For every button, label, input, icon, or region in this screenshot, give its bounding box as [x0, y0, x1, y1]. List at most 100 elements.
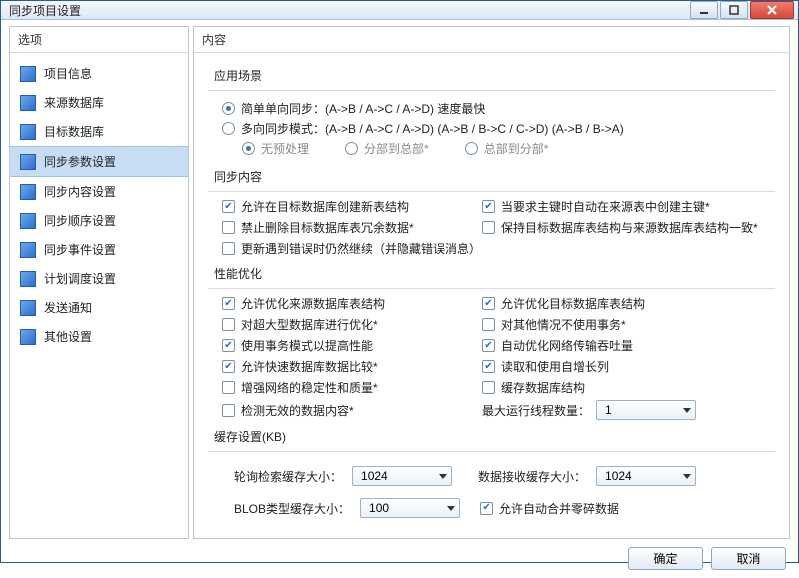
sidebar-item-7[interactable]: 计划调度设置	[10, 264, 188, 293]
buffer-merge-row[interactable]: 允许自动合并零碎数据	[480, 500, 619, 517]
checkbox-merge[interactable]	[480, 502, 493, 515]
checkbox[interactable]	[222, 318, 235, 331]
checkbox[interactable]	[222, 297, 235, 310]
maxthreads-select[interactable]: 1	[596, 400, 696, 420]
buffer-blob-select[interactable]: 100	[360, 498, 460, 518]
dialog-window: 同步项目设置 选项 项目信息来源数据库目标数据库同步参数设置同步内容设置同步顺序…	[0, 0, 799, 563]
sidebar-item-8[interactable]: 发送通知	[10, 293, 188, 322]
checkbox-row[interactable]: 禁止删除目标数据库表冗余数据*	[222, 219, 472, 236]
checkbox-label: 允许优化目标数据库表结构	[501, 295, 645, 312]
radio-simple-row[interactable]: 简单单向同步：(A->B / A->C / A->D) 速度最快	[222, 100, 775, 117]
checkbox[interactable]	[482, 339, 495, 352]
checkbox-merge-label: 允许自动合并零碎数据	[499, 500, 619, 517]
sidebar-item-label: 同步参数设置	[44, 153, 116, 170]
radio-multi[interactable]	[222, 122, 235, 135]
checkbox-label: 禁止删除目标数据库表冗余数据*	[241, 219, 414, 236]
checkbox-row[interactable]: 自动优化网络传输吞吐量	[482, 337, 775, 354]
checkbox[interactable]	[222, 200, 235, 213]
sidebar-item-label: 目标数据库	[44, 123, 104, 140]
sidebar-item-1[interactable]: 来源数据库	[10, 88, 188, 117]
dialog-footer: 确定 取消	[9, 539, 790, 570]
checkbox-row[interactable]: 增强网络的稳定性和质量*	[222, 379, 472, 396]
maxthreads-row: 最大运行线程数量：1	[482, 400, 775, 420]
checkbox-row[interactable]: 对其他情况不使用事务*	[482, 316, 775, 333]
sidebar-item-6[interactable]: 同步事件设置	[10, 235, 188, 264]
checkbox[interactable]	[222, 404, 235, 417]
checkbox-label: 对超大型数据库进行优化*	[241, 316, 378, 333]
radio-multi-row[interactable]: 多向同步模式：(A->B / A->C / A->D) (A->B / B->C…	[222, 120, 775, 137]
checkbox-row[interactable]: 缓存数据库结构	[482, 379, 775, 396]
checkbox-row[interactable]: 允许在目标数据库创建新表结构	[222, 198, 472, 215]
checkbox[interactable]	[482, 318, 495, 331]
group-title-buffer: 缓存设置(KB)	[214, 428, 775, 445]
buffer-poll-select[interactable]: 1024	[352, 466, 452, 486]
checkbox-row[interactable]: 允许优化目标数据库表结构	[482, 295, 775, 312]
checkbox-label: 检测无效的数据内容*	[241, 402, 354, 419]
radio-sub-hq2branch[interactable]	[465, 142, 478, 155]
radio-simple-label: 简单单向同步：(A->B / A->C / A->D) 速度最快	[241, 100, 485, 117]
sidebar-item-label: 同步内容设置	[44, 183, 116, 200]
sidebar-item-icon	[20, 271, 36, 287]
checkbox-row[interactable]: 对超大型数据库进行优化*	[222, 316, 472, 333]
checkbox[interactable]	[482, 221, 495, 234]
sidebar-item-2[interactable]: 目标数据库	[10, 117, 188, 146]
radio-sub-hq2branch-label: 总部到分部*	[484, 140, 549, 157]
checkbox[interactable]	[482, 200, 495, 213]
radio-sub-branch2hq[interactable]	[345, 142, 358, 155]
checkbox-row[interactable]: 允许优化来源数据库表结构	[222, 295, 472, 312]
buffer-blob: BLOB类型缓存大小： 100	[234, 498, 460, 518]
checkbox-row[interactable]: 允许快速数据库数据比较*	[222, 358, 472, 375]
checkbox[interactable]	[482, 297, 495, 310]
checkbox[interactable]	[222, 339, 235, 352]
sidebar-item-0[interactable]: 项目信息	[10, 59, 188, 88]
sidebar-item-5[interactable]: 同步顺序设置	[10, 206, 188, 235]
group-title-scene: 应用场景	[214, 67, 775, 84]
buffer-recv-select[interactable]: 1024	[596, 466, 696, 486]
checkbox-row[interactable]: 更新遇到错误时仍然继续（并隐藏错误消息）	[222, 240, 775, 257]
radio-sub-nopre[interactable]	[242, 142, 255, 155]
checkbox[interactable]	[482, 381, 495, 394]
group-sync: 允许在目标数据库创建新表结构 当要求主键时自动在来源表中创建主键* 禁止删除目标数据…	[208, 191, 775, 259]
sidebar-item-3[interactable]: 同步参数设置	[10, 146, 188, 177]
checkbox[interactable]	[482, 360, 495, 373]
sidebar-item-icon	[20, 329, 36, 345]
checkbox-label: 增强网络的稳定性和质量*	[241, 379, 378, 396]
minimize-button[interactable]	[690, 1, 718, 19]
sidebar-item-label: 来源数据库	[44, 94, 104, 111]
buffer-poll-label: 轮询检索缓存大小：	[234, 468, 342, 485]
close-button[interactable]	[750, 1, 794, 19]
checkbox-row[interactable]: 检测无效的数据内容*	[222, 400, 472, 420]
checkbox-row[interactable]: 保持目标数据库表结构与来源数据库表结构一致*	[482, 219, 775, 236]
content-body: 应用场景 简单单向同步：(A->B / A->C / A->D) 速度最快 多向…	[194, 53, 789, 538]
options-panel-title: 选项	[10, 27, 188, 53]
sidebar-item-icon	[20, 184, 36, 200]
checkbox[interactable]	[222, 381, 235, 394]
checkbox[interactable]	[222, 242, 235, 255]
sidebar-item-label: 其他设置	[44, 328, 92, 345]
buffer-recv-value: 1024	[605, 469, 632, 483]
maximize-button[interactable]	[720, 1, 748, 19]
ok-button[interactable]: 确定	[628, 547, 703, 570]
cancel-button[interactable]: 取消	[711, 547, 786, 570]
checkbox-label: 读取和使用自增长列	[501, 358, 609, 375]
sidebar-item-label: 计划调度设置	[44, 270, 116, 287]
checkbox-row[interactable]: 读取和使用自增长列	[482, 358, 775, 375]
checkbox-label: 保持目标数据库表结构与来源数据库表结构一致*	[501, 219, 758, 236]
buffer-blob-value: 100	[369, 501, 389, 515]
client-area: 选项 项目信息来源数据库目标数据库同步参数设置同步内容设置同步顺序设置同步事件设…	[1, 20, 798, 578]
radio-multi-label: 多向同步模式：(A->B / A->C / A->D) (A->B / B->C…	[241, 120, 624, 137]
checkbox-row[interactable]: 使用事务模式以提高性能	[222, 337, 472, 354]
sidebar-item-4[interactable]: 同步内容设置	[10, 177, 188, 206]
buffer-row-2: BLOB类型缓存大小： 100 允许自动合并零碎数据	[228, 494, 775, 522]
sidebar-item-9[interactable]: 其他设置	[10, 322, 188, 351]
checkbox-row[interactable]: 当要求主键时自动在来源表中创建主键*	[482, 198, 775, 215]
chevron-down-icon	[447, 506, 455, 511]
checkbox[interactable]	[222, 360, 235, 373]
scene-sub-row: 无预处理 分部到总部* 总部到分部*	[242, 140, 775, 157]
sidebar-item-icon	[20, 154, 36, 170]
sidebar-item-label: 发送通知	[44, 299, 92, 316]
checkbox[interactable]	[222, 221, 235, 234]
radio-simple[interactable]	[222, 102, 235, 115]
checkbox-label: 自动优化网络传输吞吐量	[501, 337, 633, 354]
checkbox-label: 允许在目标数据库创建新表结构	[241, 198, 409, 215]
